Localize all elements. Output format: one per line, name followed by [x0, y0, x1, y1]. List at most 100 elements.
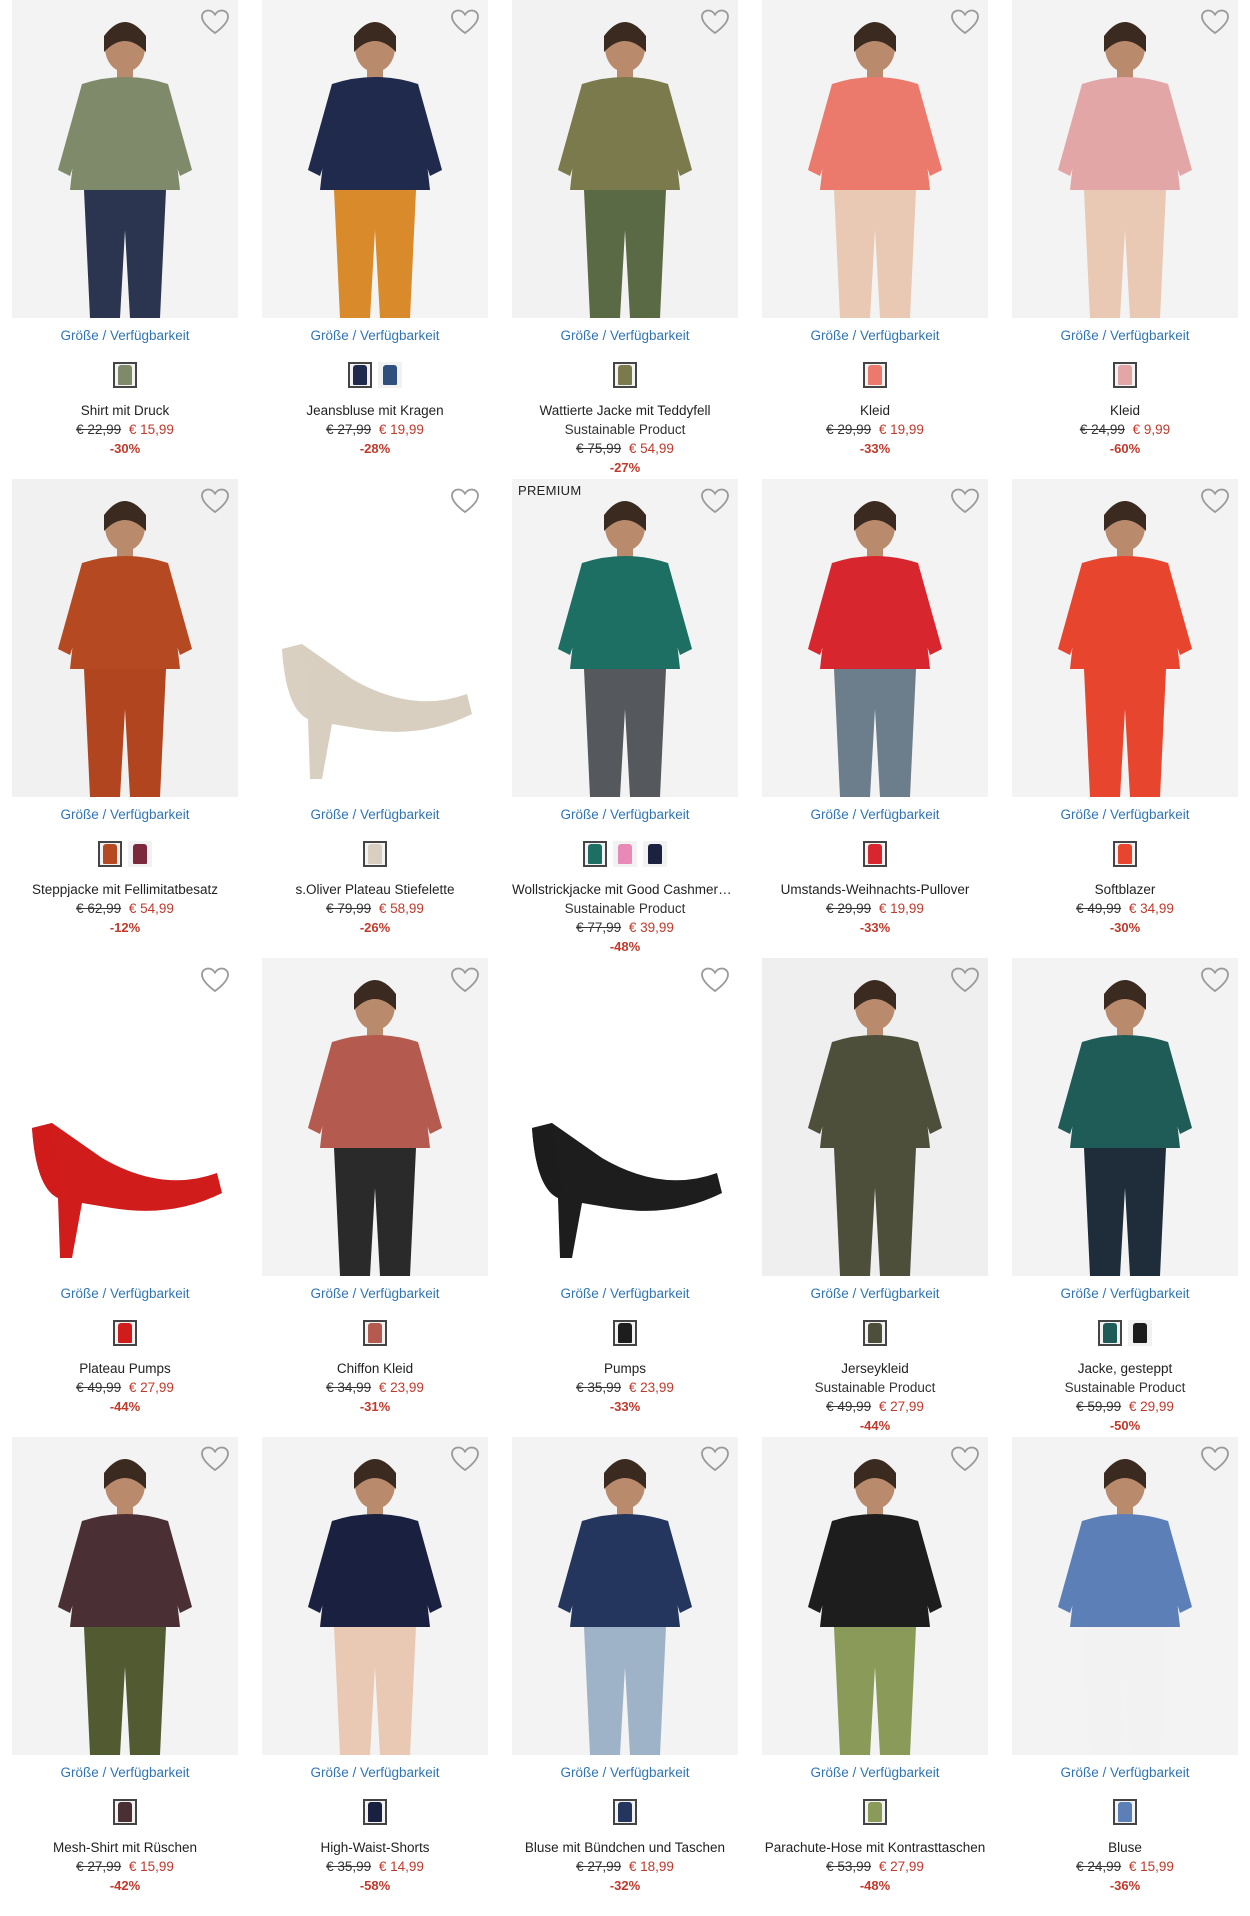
color-swatch[interactable]	[863, 1799, 887, 1825]
size-availability-link[interactable]: Größe / Verfügbarkeit	[262, 1286, 488, 1304]
product-image[interactable]	[12, 0, 238, 318]
product-name[interactable]: Wattierte Jacke mit Teddyfell	[512, 402, 738, 420]
wishlist-heart-icon[interactable]	[950, 8, 980, 36]
product-name[interactable]: Kleid	[762, 402, 988, 420]
product-image[interactable]	[262, 0, 488, 318]
size-availability-link[interactable]: Größe / Verfügbarkeit	[12, 1286, 238, 1304]
product-card[interactable]: Größe / Verfügbarkeit Kleid € 24,99 € 9,…	[1012, 0, 1238, 458]
wishlist-heart-icon[interactable]	[200, 1445, 230, 1473]
color-swatch[interactable]	[863, 1320, 887, 1346]
product-name[interactable]: Shirt mit Druck	[12, 402, 238, 420]
product-card[interactable]: PREMIUM Größe / Verfügbarkeit Wollstrick…	[512, 479, 738, 956]
product-image[interactable]	[262, 479, 488, 797]
size-availability-link[interactable]: Größe / Verfügbarkeit	[762, 1765, 988, 1783]
product-card[interactable]: Größe / Verfügbarkeit Plateau Pumps € 49…	[12, 958, 238, 1416]
product-card[interactable]: Größe / Verfügbarkeit Jacke, gesteppt Su…	[1012, 958, 1238, 1435]
wishlist-heart-icon[interactable]	[700, 487, 730, 515]
product-image[interactable]	[512, 1437, 738, 1755]
color-swatch[interactable]	[613, 1799, 637, 1825]
product-image-container[interactable]	[762, 958, 988, 1276]
product-image-container[interactable]	[762, 479, 988, 797]
wishlist-heart-icon[interactable]	[450, 1445, 480, 1473]
color-swatch[interactable]	[1113, 362, 1137, 388]
color-swatch[interactable]	[378, 362, 402, 388]
wishlist-heart-icon[interactable]	[200, 8, 230, 36]
product-image[interactable]	[512, 479, 738, 797]
size-availability-link[interactable]: Größe / Verfügbarkeit	[512, 1286, 738, 1304]
product-image[interactable]	[512, 0, 738, 318]
product-image-container[interactable]	[1012, 958, 1238, 1276]
color-swatch[interactable]	[1113, 1799, 1137, 1825]
product-image[interactable]	[762, 479, 988, 797]
size-availability-link[interactable]: Größe / Verfügbarkeit	[262, 807, 488, 825]
product-image[interactable]	[1012, 479, 1238, 797]
product-image-container[interactable]	[262, 1437, 488, 1755]
product-image[interactable]	[1012, 1437, 1238, 1755]
product-image[interactable]	[12, 958, 238, 1276]
size-availability-link[interactable]: Größe / Verfügbarkeit	[12, 328, 238, 346]
product-image-container[interactable]	[12, 479, 238, 797]
product-name[interactable]: Jerseykleid	[762, 1360, 988, 1378]
product-name[interactable]: Steppjacke mit Fellimitatbesatz	[12, 881, 238, 899]
wishlist-heart-icon[interactable]	[950, 966, 980, 994]
product-card[interactable]: Größe / Verfügbarkeit Umstands-Weihnacht…	[762, 479, 988, 937]
wishlist-heart-icon[interactable]	[700, 8, 730, 36]
wishlist-heart-icon[interactable]	[700, 966, 730, 994]
product-card[interactable]: Größe / Verfügbarkeit Bluse mit Bündchen…	[512, 1437, 738, 1895]
product-image[interactable]	[762, 958, 988, 1276]
wishlist-heart-icon[interactable]	[450, 487, 480, 515]
wishlist-heart-icon[interactable]	[200, 966, 230, 994]
product-image-container[interactable]	[762, 0, 988, 318]
product-image-container[interactable]	[262, 958, 488, 1276]
size-availability-link[interactable]: Größe / Verfügbarkeit	[1012, 328, 1238, 346]
product-card[interactable]: Größe / Verfügbarkeit Steppjacke mit Fel…	[12, 479, 238, 937]
color-swatch[interactable]	[613, 1320, 637, 1346]
product-name[interactable]: High-Waist-Shorts	[262, 1839, 488, 1857]
size-availability-link[interactable]: Größe / Verfügbarkeit	[762, 1286, 988, 1304]
product-card[interactable]: Größe / Verfügbarkeit Jeansbluse mit Kra…	[262, 0, 488, 458]
color-swatch[interactable]	[128, 841, 152, 867]
color-swatch[interactable]	[613, 841, 637, 867]
wishlist-heart-icon[interactable]	[1200, 487, 1230, 515]
product-name[interactable]: Bluse	[1012, 1839, 1238, 1857]
size-availability-link[interactable]: Größe / Verfügbarkeit	[762, 807, 988, 825]
product-card[interactable]: Größe / Verfügbarkeit Jerseykleid Sustai…	[762, 958, 988, 1435]
size-availability-link[interactable]: Größe / Verfügbarkeit	[1012, 1286, 1238, 1304]
product-image[interactable]	[262, 1437, 488, 1755]
color-swatch[interactable]	[113, 362, 137, 388]
color-swatch[interactable]	[1113, 841, 1137, 867]
product-name[interactable]: Parachute-Hose mit Kontrasttaschen	[762, 1839, 988, 1857]
product-image-container[interactable]	[262, 479, 488, 797]
product-name[interactable]: Wollstrickjacke mit Good Cashmere Standa…	[512, 881, 738, 899]
wishlist-heart-icon[interactable]	[200, 487, 230, 515]
product-card[interactable]: Größe / Verfügbarkeit Kleid € 29,99 € 19…	[762, 0, 988, 458]
color-swatch[interactable]	[863, 362, 887, 388]
product-name[interactable]: Chiffon Kleid	[262, 1360, 488, 1378]
color-swatch[interactable]	[113, 1799, 137, 1825]
product-image-container[interactable]	[262, 0, 488, 318]
product-image-container[interactable]	[1012, 1437, 1238, 1755]
wishlist-heart-icon[interactable]	[1200, 966, 1230, 994]
color-swatch[interactable]	[348, 362, 372, 388]
product-image[interactable]	[512, 958, 738, 1276]
wishlist-heart-icon[interactable]	[1200, 1445, 1230, 1473]
product-image-container[interactable]	[512, 0, 738, 318]
product-image-container[interactable]	[1012, 0, 1238, 318]
product-card[interactable]: Größe / Verfügbarkeit Parachute-Hose mit…	[762, 1437, 988, 1895]
wishlist-heart-icon[interactable]	[1200, 8, 1230, 36]
wishlist-heart-icon[interactable]	[700, 1445, 730, 1473]
product-image-container[interactable]	[762, 1437, 988, 1755]
color-swatch[interactable]	[363, 841, 387, 867]
product-name[interactable]: Bluse mit Bündchen und Taschen	[512, 1839, 738, 1857]
product-image-container[interactable]	[512, 1437, 738, 1755]
color-swatch[interactable]	[643, 841, 667, 867]
product-name[interactable]: s.Oliver Plateau Stiefelette	[262, 881, 488, 899]
size-availability-link[interactable]: Größe / Verfügbarkeit	[1012, 1765, 1238, 1783]
product-image[interactable]	[262, 958, 488, 1276]
product-image[interactable]	[1012, 0, 1238, 318]
product-image-container[interactable]	[512, 958, 738, 1276]
color-swatch[interactable]	[98, 841, 122, 867]
product-name[interactable]: Jacke, gesteppt	[1012, 1360, 1238, 1378]
product-name[interactable]: Softblazer	[1012, 881, 1238, 899]
size-availability-link[interactable]: Größe / Verfügbarkeit	[762, 328, 988, 346]
